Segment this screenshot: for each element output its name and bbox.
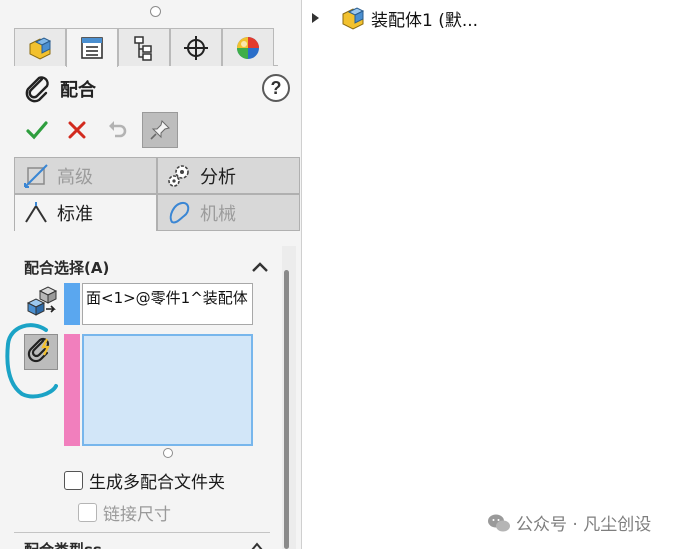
undo-icon <box>109 121 127 138</box>
entities-to-mate-field[interactable]: 面<1>@零件1^装配体 <box>82 283 253 325</box>
group-divider <box>14 532 270 533</box>
entities-to-mate-icon <box>26 286 58 316</box>
page-title: 配合 <box>60 80 96 101</box>
watermark-text: 公众号 · 凡尘创设 <box>516 515 652 535</box>
tab-analysis-label: 分析 <box>200 166 236 188</box>
hand-drawn-circle-annotation <box>5 323 58 399</box>
action-buttons <box>22 112 178 148</box>
link-dimensions-check[interactable] <box>78 503 97 522</box>
ok-button[interactable] <box>22 115 52 145</box>
mate-types-group-header[interactable]: 配合类型ss <box>24 539 102 549</box>
tab-dimxpert-manager[interactable] <box>170 28 222 66</box>
tab-mechanical[interactable]: 机械 <box>157 194 300 231</box>
list-resize-handle[interactable] <box>163 448 173 458</box>
gears-icon <box>168 164 189 187</box>
chevron-up-icon[interactable] <box>250 541 264 549</box>
tab-mechanical-label: 机械 <box>200 203 236 225</box>
tab-property-manager[interactable] <box>66 28 118 67</box>
manager-tabs <box>14 26 278 67</box>
display-manager-icon <box>237 36 259 59</box>
property-manager-panel: 配合 ? 高级 分析 标准 机械 配合选择(A) 面<1>@零件1^装配体 生成… <box>0 0 302 549</box>
panel-scrollbar-thumb[interactable] <box>284 270 289 549</box>
tab-display-manager[interactable] <box>222 28 274 66</box>
paperclip-mate-icon <box>25 76 49 103</box>
solidworks-window: 配合 ? 高级 分析 标准 机械 配合选择(A) 面<1>@零件1^装配体 生成… <box>0 0 687 549</box>
mate-mode-tabs: 高级 分析 标准 机械 <box>14 157 300 232</box>
tab-analysis[interactable]: 分析 <box>157 157 300 194</box>
tab-advanced[interactable]: 高级 <box>14 157 157 194</box>
assembly-name: 装配体1 (默... <box>371 10 479 31</box>
tab-standard[interactable]: 标准 <box>14 194 157 231</box>
mate-title-row: 配合 <box>22 72 96 106</box>
property-manager-icon <box>81 37 103 59</box>
link-dimensions-label: 链接尺寸 <box>103 505 171 525</box>
multiple-mate-components-list[interactable] <box>82 334 253 446</box>
chevron-up-icon[interactable] <box>250 260 270 274</box>
wechat-watermark: 公众号 · 凡尘创设 <box>486 510 651 535</box>
cancel-button[interactable] <box>62 115 92 145</box>
assembly-tree-root[interactable]: 装配体1 (默... <box>312 4 478 32</box>
wechat-icon <box>488 514 510 531</box>
expand-arrow-icon[interactable] <box>312 13 319 23</box>
mate-selection-title: 配合选择(A) <box>24 258 110 277</box>
advanced-mate-icon <box>24 163 48 188</box>
cam-mate-icon <box>169 201 190 223</box>
pushpin-icon <box>150 120 170 140</box>
create-multi-mate-folder-checkbox[interactable]: 生成多配合文件夹 <box>64 468 225 493</box>
standard-mate-icon <box>25 202 47 223</box>
mate-selection-group-header[interactable]: 配合选择(A) <box>24 256 270 278</box>
help-button[interactable]: ? <box>262 74 290 102</box>
panel-resize-handle[interactable] <box>150 6 161 17</box>
multi-mate-folder-label: 生成多配合文件夹 <box>89 473 225 493</box>
tab-standard-label: 标准 <box>57 204 93 225</box>
tab-feature-manager[interactable] <box>14 28 66 66</box>
configuration-manager-icon <box>134 35 152 61</box>
list-color-swatch-pink <box>64 334 80 446</box>
tab-advanced-label: 高级 <box>57 166 93 188</box>
undo-button[interactable] <box>102 115 132 145</box>
checkmark-icon <box>26 121 48 140</box>
selection-color-swatch-blue <box>64 283 80 325</box>
tab-configuration-manager[interactable] <box>118 28 170 66</box>
link-dimensions-checkbox[interactable]: 链接尺寸 <box>78 500 171 525</box>
multi-mate-folder-check[interactable] <box>64 471 83 490</box>
dimxpert-icon <box>184 35 208 60</box>
pin-button[interactable] <box>142 112 178 148</box>
assembly-icon <box>342 7 365 30</box>
feature-manager-icon <box>29 36 52 60</box>
close-icon <box>68 121 86 139</box>
